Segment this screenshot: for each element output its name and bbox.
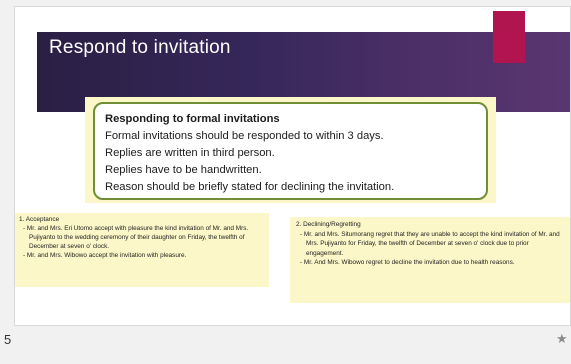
info-box-line: Replies are written in third person. [105, 147, 275, 159]
info-box: Responding to formal invitations Formal … [93, 102, 488, 200]
acceptance-item: - Mr. and Mrs. Wibowo accept the invitat… [23, 252, 187, 259]
acceptance-item: - Mr. and Mrs. Eri Utomo accept with ple… [23, 225, 249, 250]
acceptance-note: 1. Acceptance - Mr. and Mrs. Eri Utomo a… [15, 213, 269, 287]
slide-thumbnail[interactable]: Respond to invitation Responding to form… [14, 6, 571, 326]
acceptance-heading: 1. Acceptance [19, 216, 60, 223]
info-box-line: Replies have to be handwritten. [105, 164, 262, 176]
info-box-heading: Responding to formal invitations [105, 113, 280, 125]
star-icon[interactable]: ★ [556, 331, 568, 347]
info-box-line: Formal invitations should be responded t… [105, 130, 384, 142]
slide-title: Respond to invitation [49, 37, 231, 58]
declining-item: - Mr. and Mrs. Situmorang regret that th… [300, 230, 560, 257]
slide-viewer: Respond to invitation Responding to form… [0, 0, 571, 364]
declining-item: - Mr. And Mrs. Wibowo regret to decline … [300, 259, 515, 267]
accent-block [493, 11, 525, 63]
declining-note: 2. Declining/Regretting - Mr. and Mrs. S… [290, 217, 570, 303]
declining-heading: 2. Declining/Regretting [296, 221, 361, 228]
info-box-line: Reason should be briefly stated for decl… [105, 181, 395, 193]
slide-number: 5 [4, 332, 12, 347]
